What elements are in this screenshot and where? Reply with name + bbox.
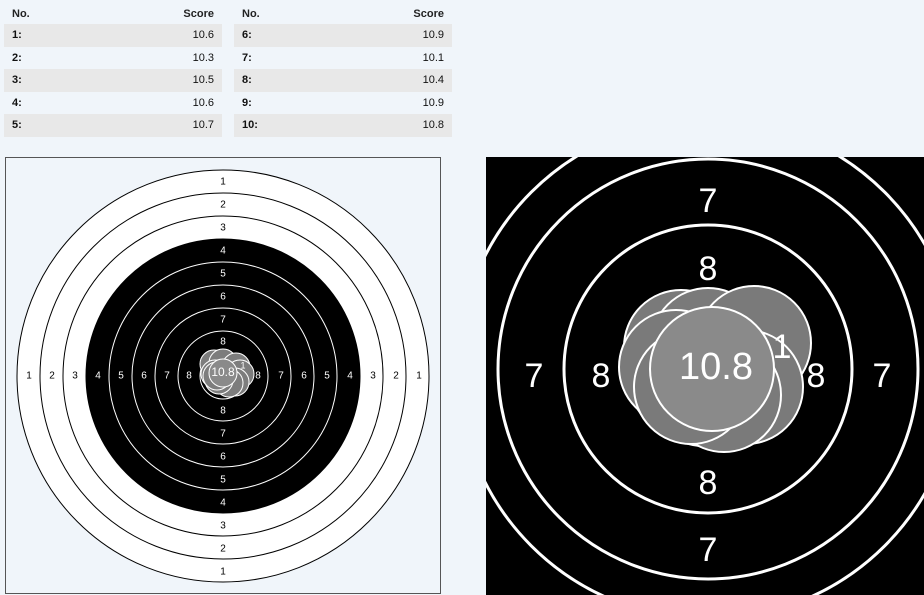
ring-label-right-1: 1 — [416, 371, 422, 382]
shot-number: 4: — [4, 91, 80, 114]
shot-number: 7: — [234, 46, 310, 69]
ring-label-top-1: 1 — [220, 177, 226, 188]
table-row: 10: 10.8 — [234, 114, 452, 137]
shot-score: 10.6 — [80, 24, 222, 47]
shot-number: 2: — [4, 46, 80, 69]
ring-label-left-1: 1 — [26, 371, 32, 382]
full-target-panel[interactable]: 1 2 3 4 5 6 7 8 1 2 3 4 5 6 7 8 1 2 3 4 — [5, 157, 441, 594]
column-header-score: Score — [183, 8, 214, 20]
ring-label-right-8: 8 — [255, 371, 261, 382]
table-row: 2: 10.3 — [4, 46, 222, 69]
full-target: 1 2 3 4 5 6 7 8 1 2 3 4 5 6 7 8 1 2 3 4 — [16, 169, 430, 583]
zoomed-target-panel[interactable]: 7 7 7 7 8 8 8 8 10.8 1 — [486, 157, 924, 595]
ring-label-top-3: 3 — [220, 223, 226, 234]
ring-label-left-6: 6 — [141, 371, 147, 382]
ring-label-left-7: 7 — [164, 371, 170, 382]
ring-label-right-3: 3 — [370, 371, 376, 382]
ring-label-right-5: 5 — [324, 371, 330, 382]
shot-score: 10.4 — [310, 69, 452, 92]
ring-label-left-4: 4 — [95, 371, 101, 382]
table-row: 7: 10.1 — [234, 46, 452, 69]
zoom-ring-label-top-7: 7 — [699, 182, 718, 220]
zoom-ring-label-top-8: 8 — [699, 250, 718, 288]
ring-label-left-2: 2 — [49, 371, 55, 382]
ring-label-left-8: 8 — [186, 371, 192, 382]
ring-label-top-5: 5 — [220, 269, 226, 280]
shot-score: 10.3 — [80, 46, 222, 69]
table-row: 3: 10.5 — [4, 69, 222, 92]
ring-label-right-4: 4 — [347, 371, 353, 382]
ring-label-left-5: 5 — [118, 371, 124, 382]
table-row: 6: 10.9 — [234, 24, 452, 47]
shot-score: 10.9 — [310, 91, 452, 114]
table-row: 1: 10.6 — [4, 24, 222, 47]
shot-number: 1: — [4, 24, 80, 47]
score-table-left: No. Score 1: 10.6 2: 10.3 3: 10.5 4: 10.… — [4, 4, 222, 137]
zoom-ring-label-right-8: 8 — [807, 357, 826, 395]
shot-score: 10.1 — [310, 46, 452, 69]
ring-label-top-6: 6 — [220, 292, 226, 303]
table-row: 8: 10.4 — [234, 69, 452, 92]
zoom-ring-label-bottom-8: 8 — [699, 464, 718, 502]
zoom-ring-label-left-7: 7 — [525, 357, 544, 395]
shot-number: 6: — [234, 24, 310, 47]
shot-number: 5: — [4, 114, 80, 137]
ring-label-right-6: 6 — [301, 371, 307, 382]
score-table-right: No. Score 6: 10.9 7: 10.1 8: 10.4 9: 10.… — [234, 4, 452, 137]
ring-label-top-2: 2 — [220, 200, 226, 211]
ring-label-bottom-7: 7 — [220, 429, 226, 440]
shot-score: 10.6 — [80, 91, 222, 114]
ring-label-top-7: 7 — [220, 315, 226, 326]
shot-score: 10.9 — [310, 24, 452, 47]
shot-number: 3: — [4, 69, 80, 92]
shot-score: 10.7 — [80, 114, 222, 137]
zoomed-target: 7 7 7 7 8 8 8 8 10.8 1 — [486, 157, 924, 595]
zoom-ring-label-left-8: 8 — [592, 357, 611, 395]
zoom-ring-label-bottom-7: 7 — [699, 531, 718, 569]
ring-label-bottom-3: 3 — [220, 521, 226, 532]
ring-label-bottom-5: 5 — [220, 475, 226, 486]
ring-label-left-3: 3 — [72, 371, 78, 382]
shot-number: 8: — [234, 69, 310, 92]
column-header-no: No. — [12, 8, 30, 20]
column-header-no: No. — [242, 8, 260, 20]
ring-label-right-7: 7 — [278, 371, 284, 382]
shot-number: 9: — [234, 91, 310, 114]
last-shot-label: 10.8 — [679, 346, 753, 388]
zoom-ring-label-right-7: 7 — [873, 357, 892, 395]
shot-score: 10.8 — [310, 114, 452, 137]
shot-score: 10.5 — [80, 69, 222, 92]
shot-number-label: 1 — [240, 360, 245, 370]
shot-number: 10: — [234, 114, 310, 137]
table-row: 5: 10.7 — [4, 114, 222, 137]
ring-label-bottom-4: 4 — [220, 498, 226, 509]
ring-label-top-4: 4 — [220, 246, 226, 257]
column-header-score: Score — [413, 8, 444, 20]
shot-number-label: 1 — [773, 328, 792, 366]
ring-label-bottom-2: 2 — [220, 544, 226, 555]
ring-label-top-8: 8 — [220, 337, 226, 348]
ring-label-bottom-1: 1 — [220, 567, 226, 578]
ring-label-bottom-8: 8 — [220, 406, 226, 417]
table-row: 4: 10.6 — [4, 91, 222, 114]
table-row: 9: 10.9 — [234, 91, 452, 114]
last-shot-label: 10.8 — [211, 365, 235, 379]
ring-label-bottom-6: 6 — [220, 452, 226, 463]
ring-label-right-2: 2 — [393, 371, 399, 382]
